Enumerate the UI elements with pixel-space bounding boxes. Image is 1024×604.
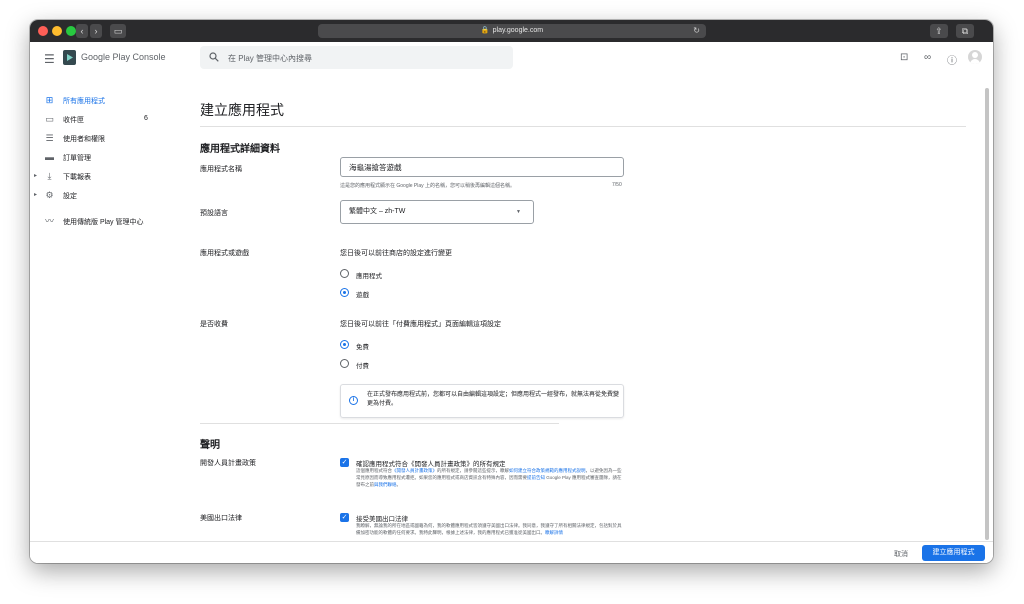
menu-icon[interactable]: ☰	[44, 52, 55, 66]
main-content: 建立應用程式 應用程式詳細資料 應用程式名稱 海龜湯搶答遊戲 這是您的應用程式顯…	[200, 76, 970, 563]
developer-policy-description: 這個應用程式符合《開發人員計畫政策》的所有規定，請參閱這些提示，瞭解如何建立符合…	[356, 468, 622, 487]
sidebar-item-label: 所有應用程式	[63, 98, 105, 105]
developer-policy-link[interactable]: 《開發人員計畫政策》	[392, 468, 437, 473]
default-language-select[interactable]: 繁體中文 – zh-TW ▼	[340, 200, 534, 224]
reload-icon[interactable]: ↻	[693, 24, 700, 38]
help-icon[interactable]: ⓘ	[947, 52, 957, 67]
sidebar-item-users[interactable]: ☰ 使用者和權限	[30, 130, 190, 148]
app-or-game-description: 您日後可以前往商店的設定進行變更	[340, 250, 452, 257]
play-console-app: ☰ Google Play Console 在 Play 管理中心內搜尋 ⊡ ∞…	[30, 42, 993, 563]
gear-icon: ⚙	[45, 190, 54, 200]
radio-app-label: 應用程式	[356, 273, 382, 280]
sidebar-item-label: 設定	[63, 193, 77, 200]
cancel-button[interactable]: 取消	[894, 549, 908, 559]
address-bar[interactable]: 🔒 play.google.com ↻	[318, 24, 706, 38]
developer-policy-label: 開發人員計畫政策	[200, 460, 256, 467]
action-footer: 取消 建立應用程式	[30, 541, 993, 563]
radio-paid[interactable]	[340, 359, 349, 368]
search-icon	[209, 52, 219, 62]
app-name-input[interactable]: 海龜湯搶答遊戲	[340, 157, 624, 177]
sidebar-item-label: 收件匣	[63, 117, 84, 124]
default-language-value: 繁體中文 – zh-TW	[349, 208, 406, 215]
pricing-info-box: i 在正式發布應用程式前，您都可以自由編輯這項設定；但應用程式一經發布，就無法再…	[340, 384, 624, 418]
credit-card-icon: ▬	[45, 152, 54, 162]
top-app-bar: ☰ Google Play Console 在 Play 管理中心內搜尋 ⊡ ∞…	[30, 42, 993, 76]
close-window-button[interactable]	[38, 26, 48, 36]
inbox-icon: ▭	[45, 114, 54, 124]
info-icon: i	[349, 396, 358, 405]
sidebar-item-label: 使用傳統版 Play 管理中心	[63, 219, 144, 226]
app-name-helper: 這是您的應用程式顯示在 Google Play 上的名稱，您可以稍後再編輯這個名…	[340, 183, 516, 189]
sidebar-item-orders[interactable]: ▬ 訂單管理	[30, 149, 190, 167]
expand-caret-icon[interactable]: ▸	[34, 172, 37, 179]
inbox-count-badge: 6	[144, 115, 148, 122]
contact-us-link[interactable]: 與我們聯絡	[374, 482, 397, 487]
create-app-button[interactable]: 建立應用程式	[922, 545, 985, 561]
default-language-label: 預設語言	[200, 210, 228, 217]
lock-icon: 🔒	[480, 27, 490, 34]
search-bar[interactable]: 在 Play 管理中心內搜尋	[200, 46, 513, 69]
export-laws-checkbox[interactable]: ✓	[340, 513, 349, 522]
radio-paid-label: 付費	[356, 363, 369, 370]
export-laws-description: 我瞭解，無論我的所在地區或國籍為何，我的軟體應用程式皆須遵守美國出口法律。我同意…	[356, 523, 622, 535]
expand-caret-icon[interactable]: ▸	[34, 191, 37, 198]
trending-icon: 〰	[44, 216, 54, 226]
sidebar-item-label: 使用者和權限	[63, 136, 105, 143]
sidebar-item-label: 訂單管理	[63, 155, 91, 162]
sidebar-item-all-apps[interactable]: ⊞ 所有應用程式	[30, 92, 190, 110]
pricing-info-text: 在正式發布應用程式前，您都可以自由編輯這項設定；但應用程式一經發布，就無法再從免…	[367, 392, 620, 407]
tabs-overview-icon[interactable]: ⧉	[956, 24, 974, 38]
sidebar-toggle-icon[interactable]: ▭	[110, 24, 126, 38]
radio-free-label: 免費	[356, 344, 369, 351]
learn-more-link[interactable]: 瞭解詳情	[545, 530, 563, 535]
share-icon[interactable]: ⇪	[930, 24, 948, 38]
feedback-icon[interactable]: ⊡	[900, 52, 908, 63]
apps-grid-icon: ⊞	[45, 95, 54, 105]
play-console-logo-icon	[63, 50, 76, 65]
browser-titlebar: ‹ › ▭ 🔒 play.google.com ↻ ⇪ ⧉	[30, 20, 993, 42]
section-title-declarations: 聲明	[200, 440, 220, 451]
download-icon: ⤓	[47, 171, 52, 181]
sidebar-item-settings[interactable]: ▸ ⚙ 設定	[30, 187, 190, 205]
chevron-down-icon: ▼	[516, 209, 521, 215]
divider	[200, 423, 559, 424]
minimize-window-button[interactable]	[52, 26, 62, 36]
sidebar-item-inbox[interactable]: ▭ 收件匣 6	[30, 111, 190, 129]
app-name-counter: 7/50	[612, 182, 622, 188]
forward-icon[interactable]: ›	[90, 24, 102, 38]
sidebar-item-download-reports[interactable]: ▸ ⤓ 下載報表	[30, 168, 190, 186]
policy-guide-link[interactable]: 如何建立符合政策規範的應用程式說明	[509, 468, 586, 473]
export-laws-label: 美國出口法律	[200, 515, 242, 522]
scrollbar[interactable]	[985, 88, 989, 540]
free-or-paid-label: 是否收費	[200, 321, 228, 328]
section-title-details: 應用程式詳細資料	[200, 144, 280, 155]
divider	[200, 126, 966, 127]
brand-name: Google Play Console	[81, 52, 166, 62]
page-title: 建立應用程式	[200, 102, 284, 118]
avatar[interactable]	[968, 50, 982, 64]
developer-policy-checkbox[interactable]: ✓	[340, 458, 349, 467]
radio-app[interactable]	[340, 269, 349, 278]
app-name-label: 應用程式名稱	[200, 166, 242, 173]
sidebar-item-legacy-console[interactable]: 〰 使用傳統版 Play 管理中心	[30, 213, 190, 231]
browser-window: ‹ › ▭ 🔒 play.google.com ↻ ⇪ ⧉ ☰ Google Pl…	[30, 20, 993, 563]
radio-game[interactable]	[340, 288, 349, 297]
zoom-window-button[interactable]	[66, 26, 76, 36]
free-or-paid-description: 您日後可以前往「付費應用程式」頁面編輯這項設定	[340, 321, 501, 328]
search-placeholder: 在 Play 管理中心內搜尋	[228, 54, 313, 63]
radio-game-label: 遊戲	[356, 292, 369, 299]
app-or-game-label: 應用程式或遊戲	[200, 250, 249, 257]
radio-free[interactable]	[340, 340, 349, 349]
advance-notice-link[interactable]: 提前告知	[527, 475, 545, 480]
back-icon[interactable]: ‹	[76, 24, 88, 38]
link-icon[interactable]: ∞	[924, 52, 931, 63]
sidebar-item-label: 下載報表	[63, 174, 91, 181]
users-icon: ☰	[45, 133, 54, 143]
address-url: play.google.com	[492, 27, 544, 34]
